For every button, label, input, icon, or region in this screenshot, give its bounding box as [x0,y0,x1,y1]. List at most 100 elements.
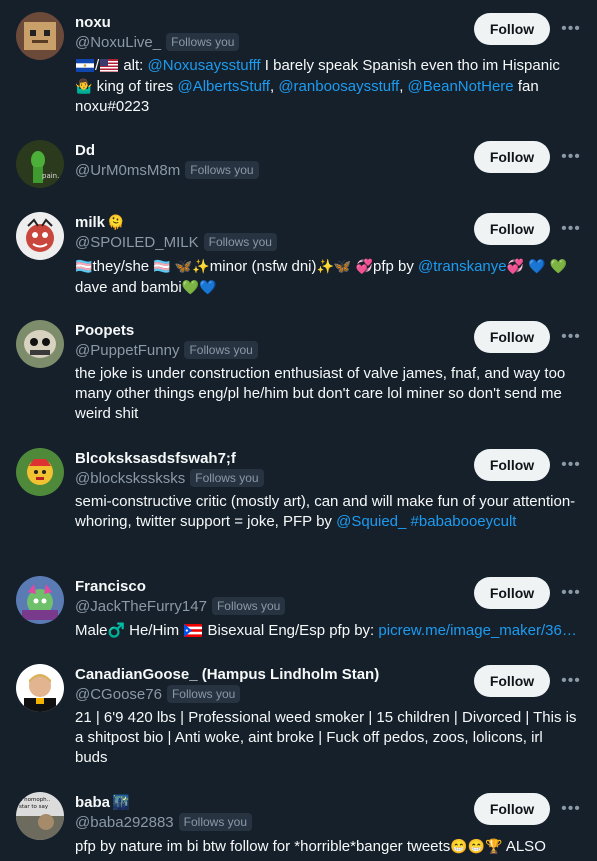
bio-emoji: 💙 [528,258,546,274]
avatar[interactable] [16,12,64,60]
bio-link[interactable]: @BeanNotHere [408,78,514,95]
bio-link[interactable]: @AlbertsStuff [177,78,270,95]
bio-text: Bisexual Eng/Esp pfp by: [203,622,379,639]
bio-text: the joke is under construction enthusias… [75,365,566,422]
follows-you-badge: Follows you [211,597,286,615]
bio-text: I barely speak Spanish even tho im Hispa… [260,57,560,74]
display-name[interactable]: baba [75,794,110,811]
more-options-icon[interactable]: ••• [561,145,581,169]
bio-link[interactable]: @Noxusaysstufff [148,57,261,74]
more-options-icon[interactable]: ••• [561,17,581,41]
follows-you-badge: Follows you [203,233,277,251]
avatar[interactable]: a homoph.. star to say [16,792,64,840]
follow-button[interactable]: Follow [474,141,550,173]
bio-text: He/Him [124,622,184,639]
bio-link[interactable]: #bababooeycult [411,513,517,530]
bio-text: king of tires [92,78,178,95]
bio-text: Male [75,622,108,639]
more-options-icon[interactable]: ••• [561,669,581,693]
follow-button[interactable]: Follow [474,13,550,45]
user-cell[interactable]: a homoph.. star to say baba 🌃 @baba292883… [0,780,597,861]
display-name[interactable]: Francisco [75,578,146,595]
bio-emoji: 💞 [355,258,373,274]
user-handle[interactable]: @CGoose76 [75,686,162,703]
follows-you-badge: Follows you [166,33,240,51]
user-bio: the joke is under construction enthusias… [75,364,581,424]
avatar[interactable] [16,664,64,712]
name-emoji: 🌃 [112,794,130,810]
bio-text: ALSO [502,838,546,855]
us-flag-icon [100,59,119,72]
follows-you-badge: Follows you [185,161,259,179]
user-cell[interactable]: Blcoksksasdsfswah7;f @blockskssksks Foll… [0,436,597,548]
avatar[interactable] [16,320,64,368]
bio-link[interactable]: @ranboosaysstuff [278,78,399,95]
user-handle[interactable]: @PuppetFunny [75,342,179,359]
follow-button[interactable]: Follow [474,665,550,697]
bio-text: minor (nsfw dni) [209,258,317,275]
avatar-text: pain. [42,172,59,180]
user-cell[interactable]: pain. Dd @UrM0msM8m Follows you Follow •… [0,128,597,200]
bio-emoji: 💚 [549,258,568,274]
more-options-icon[interactable]: ••• [561,325,581,349]
bio-emoji: ✨🦋 [316,258,352,274]
display-name[interactable]: CanadianGoose_ (Hampus Lindholm Stan) [75,666,379,683]
user-cell[interactable]: Poopets @PuppetFunny Follows you the jok… [0,308,597,440]
user-cell[interactable]: milk 🫠 @SPOILED_MILK Follows you 🏳️‍⚧️th… [0,200,597,314]
follow-button[interactable]: Follow [474,793,550,825]
user-bio: Male♂️ He/Him Bisexual Eng/Esp pfp by: p… [75,620,581,641]
user-handle[interactable]: @NoxuLive_ [75,34,161,51]
bio-text: alt: [119,57,148,74]
more-options-icon[interactable]: ••• [561,217,581,241]
bio-text: , [399,78,408,95]
bio-emoji: 🏳️‍⚧️ [75,258,93,274]
avatar-text: a homoph.. [19,797,50,803]
user-handle[interactable]: @baba292883 [75,814,174,831]
user-bio: semi-constructive critic (mostly art), c… [75,492,581,532]
follows-you-badge: Follows you [166,685,241,703]
follows-you-badge: Follows you [178,813,253,831]
avatar[interactable] [16,212,64,260]
bio-emoji: 🤷‍♂️ [75,78,93,94]
display-name[interactable]: Poopets [75,322,134,339]
more-options-icon[interactable]: ••• [561,453,581,477]
user-cell[interactable]: noxu @NoxuLive_ Follows you / alt: @Noxu… [0,0,597,133]
user-bio: 21 | 6'9 420 lbs | Professional weed smo… [75,708,581,768]
avatar[interactable] [16,576,64,624]
display-name[interactable]: Blcoksksasdsfswah7;f [75,450,236,467]
follow-button[interactable]: Follow [474,213,550,245]
display-name[interactable]: noxu [75,14,111,31]
bio-emoji: 🏳️‍⚧️ [153,258,171,274]
bio-link[interactable]: picrew.me/image_maker/36… [378,622,576,639]
bio-text: they/she [92,258,154,275]
user-bio: / alt: @Noxusaysstufff I barely speak Sp… [75,56,581,117]
follow-button[interactable]: Follow [474,449,550,481]
user-bio: 🏳️‍⚧️they/she 🏳️‍⚧️ 🦋✨minor (nsfw dni)✨🦋… [75,256,581,298]
avatar-text: star to say [19,804,49,810]
user-cell[interactable]: Francisco @JackTheFurry147 Follows you M… [0,564,597,657]
display-name[interactable]: milk [75,214,105,231]
name-emoji: 🫠 [107,214,125,230]
bio-text: 21 | 6'9 420 lbs | Professional weed smo… [75,709,577,766]
user-handle[interactable]: @blockskssksks [75,470,185,487]
user-handle[interactable]: @SPOILED_MILK [75,234,199,251]
display-name[interactable]: Dd [75,142,95,159]
follow-button[interactable]: Follow [474,321,550,353]
bio-text: dave and bambi [75,279,182,296]
avatar[interactable] [16,448,64,496]
bio-emoji: 🦋✨ [174,258,210,274]
follows-you-badge: Follows you [190,469,264,487]
bio-text: pfp by [372,258,419,275]
more-options-icon[interactable]: ••• [561,797,581,821]
bio-emoji: 💚💙 [181,279,217,295]
user-cell[interactable]: CanadianGoose_ (Hampus Lindholm Stan) @C… [0,652,597,784]
more-options-icon[interactable]: ••• [561,581,581,605]
bio-link[interactable]: @transkanye [418,258,507,275]
avatar[interactable]: pain. [16,140,64,188]
follow-button[interactable]: Follow [474,577,550,609]
user-handle[interactable]: @JackTheFurry147 [75,598,207,615]
user-handle[interactable]: @UrM0msM8m [75,162,180,179]
bio-emoji: ♂️ [107,622,125,638]
bio-link[interactable]: @Squied_ [336,513,406,530]
follows-you-badge: Follows you [184,341,258,359]
